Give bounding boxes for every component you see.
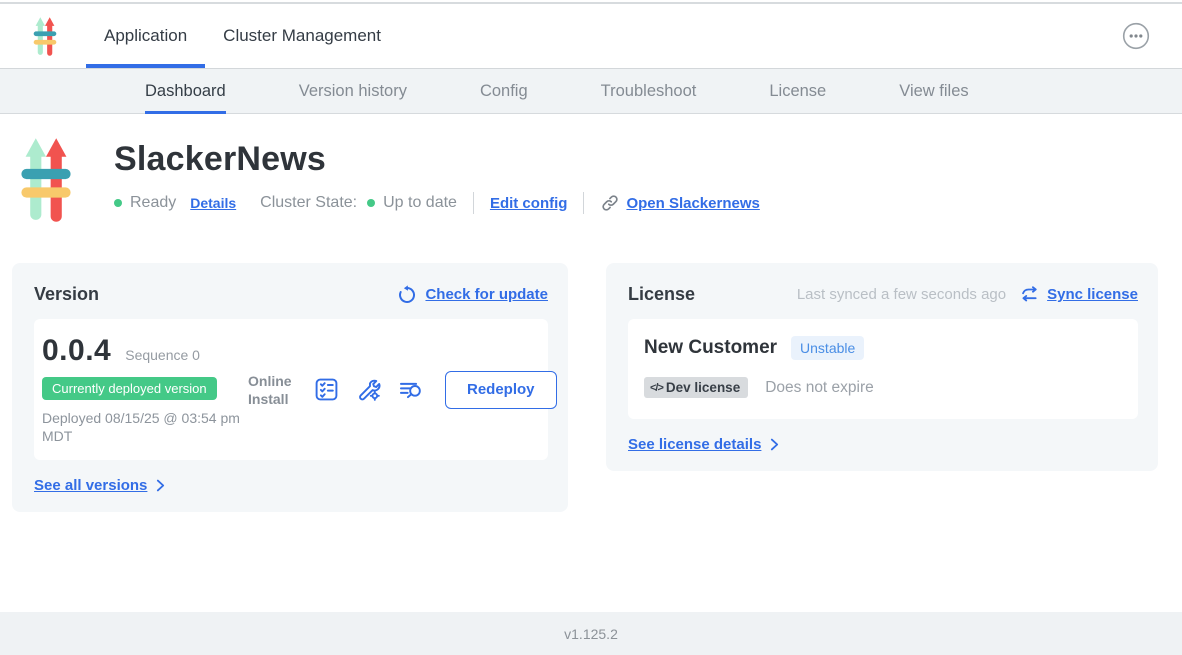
customer-name: New Customer bbox=[644, 337, 777, 359]
tab-troubleshoot-label: Troubleshoot bbox=[601, 82, 697, 101]
open-app-link[interactable]: Open Slackernews bbox=[600, 193, 759, 213]
app-header: Application Cluster Management bbox=[0, 4, 1182, 69]
tab-license-label: License bbox=[769, 82, 826, 101]
license-card-title: License bbox=[628, 284, 695, 305]
tab-troubleshoot[interactable]: Troubleshoot bbox=[601, 69, 697, 114]
more-options-button[interactable] bbox=[1122, 22, 1150, 50]
see-all-versions-label: See all versions bbox=[34, 477, 147, 494]
tab-application-label: Application bbox=[104, 26, 187, 46]
tab-license[interactable]: License bbox=[769, 69, 826, 114]
app-subnav: Dashboard Version history Config Trouble… bbox=[0, 69, 1182, 114]
sync-license-link[interactable]: Sync license bbox=[1020, 286, 1138, 303]
see-license-details-label: See license details bbox=[628, 436, 761, 453]
cluster-state-dot bbox=[367, 199, 375, 207]
tab-dashboard[interactable]: Dashboard bbox=[145, 69, 226, 114]
config-wrench-icon[interactable] bbox=[355, 376, 382, 403]
ellipsis-icon bbox=[1122, 22, 1150, 50]
tab-cluster-management[interactable]: Cluster Management bbox=[205, 4, 399, 68]
version-card: Version Check for update 0.0.4 Sequence … bbox=[12, 263, 568, 512]
preflight-checks-icon[interactable] bbox=[313, 376, 340, 403]
tab-dashboard-label: Dashboard bbox=[145, 82, 226, 101]
license-type-label: Dev license bbox=[666, 380, 740, 395]
app-status-dot bbox=[114, 199, 122, 207]
sequence-label: Sequence 0 bbox=[125, 347, 200, 363]
check-for-update-label: Check for update bbox=[425, 286, 548, 303]
see-all-versions-link[interactable]: See all versions bbox=[34, 477, 548, 494]
channel-badge: Unstable bbox=[791, 336, 864, 360]
sync-license-label: Sync license bbox=[1047, 286, 1138, 303]
app-status-text: Ready bbox=[130, 194, 176, 212]
tab-cluster-management-label: Cluster Management bbox=[223, 26, 381, 46]
deployed-badge: Currently deployed version bbox=[42, 377, 217, 400]
deployed-timestamp: Deployed 08/15/25 @ 03:54 pm MDT bbox=[42, 409, 242, 445]
refresh-icon bbox=[397, 285, 417, 305]
console-footer: v1.125.2 bbox=[0, 612, 1182, 655]
see-license-details-link[interactable]: See license details bbox=[628, 436, 1138, 453]
tab-view-files[interactable]: View files bbox=[899, 69, 968, 114]
app-logo-large bbox=[20, 134, 72, 231]
edit-config-link[interactable]: Edit config bbox=[490, 195, 568, 212]
cluster-state-label: Cluster State: bbox=[260, 194, 357, 212]
tab-view-files-label: View files bbox=[899, 82, 968, 101]
console-version: v1.125.2 bbox=[564, 626, 618, 642]
license-card: License Last synced a few seconds ago Sy… bbox=[606, 263, 1158, 471]
page-title: SlackerNews bbox=[114, 140, 760, 179]
tab-config[interactable]: Config bbox=[480, 69, 528, 114]
divider bbox=[473, 192, 474, 214]
current-version-panel: 0.0.4 Sequence 0 Currently deployed vers… bbox=[34, 319, 548, 460]
tab-config-label: Config bbox=[480, 82, 528, 101]
version-card-title: Version bbox=[34, 284, 99, 305]
license-expiry: Does not expire bbox=[765, 379, 874, 397]
redeploy-button[interactable]: Redeploy bbox=[445, 371, 557, 409]
deploy-logs-icon[interactable] bbox=[397, 376, 424, 403]
chevron-right-icon bbox=[770, 438, 779, 451]
last-synced-text: Last synced a few seconds ago bbox=[797, 286, 1006, 303]
chevron-right-icon bbox=[156, 479, 165, 492]
sync-arrows-icon bbox=[1020, 286, 1039, 303]
version-number: 0.0.4 bbox=[42, 334, 111, 368]
license-panel: New Customer Unstable </> Dev license Do… bbox=[628, 319, 1138, 419]
divider bbox=[583, 192, 584, 214]
code-icon: </> bbox=[650, 382, 663, 394]
license-type-badge: </> Dev license bbox=[644, 377, 748, 398]
link-icon bbox=[600, 193, 620, 213]
details-link[interactable]: Details bbox=[190, 195, 236, 211]
tab-version-history[interactable]: Version history bbox=[299, 69, 407, 114]
cluster-state-value: Up to date bbox=[383, 194, 457, 212]
app-logo-icon bbox=[33, 16, 57, 57]
tab-version-history-label: Version history bbox=[299, 82, 407, 101]
tab-application[interactable]: Application bbox=[86, 4, 205, 68]
app-hero: SlackerNews Ready Details Cluster State:… bbox=[20, 134, 1182, 231]
install-type-label: Online Install bbox=[248, 372, 298, 408]
open-app-link-label: Open Slackernews bbox=[626, 195, 759, 212]
check-for-update-link[interactable]: Check for update bbox=[397, 285, 548, 305]
